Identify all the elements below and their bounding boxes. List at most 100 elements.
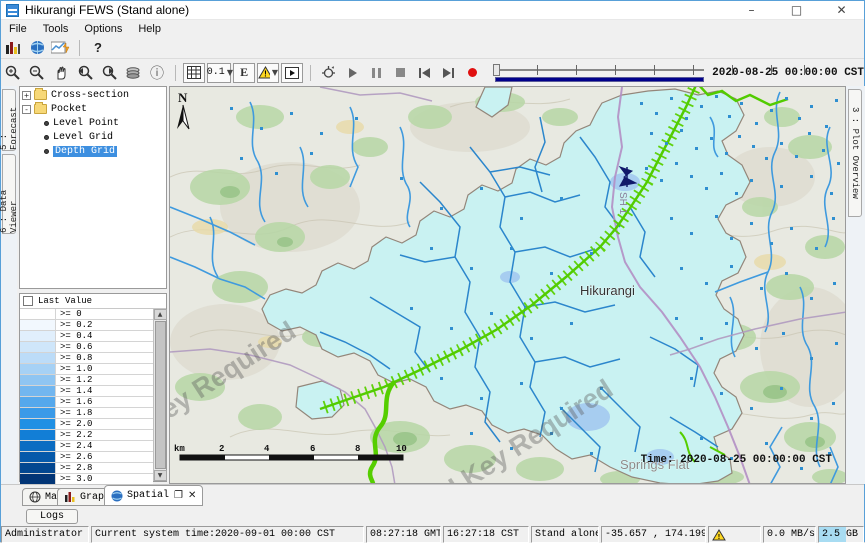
zoom-out-button[interactable]: [26, 63, 48, 83]
legend-color-swatch: [20, 452, 56, 462]
maximize-button[interactable]: □: [774, 1, 819, 19]
legend-row[interactable]: >= 0.8: [20, 353, 153, 364]
menu-options[interactable]: Options: [76, 20, 130, 37]
close-tab-icon[interactable]: ✕: [188, 490, 196, 501]
legend-value: >= 0.2: [56, 320, 153, 330]
toolbar-separator: [310, 65, 311, 81]
legend-value: >= 1.0: [56, 364, 153, 374]
legend-value: >= 2.4: [56, 441, 153, 451]
grid-toggle-button[interactable]: [183, 63, 205, 83]
tree-item-depth-grid[interactable]: Depth Grid: [20, 145, 166, 157]
tab-data-viewer[interactable]: 6 : Data Viewer: [2, 154, 16, 234]
tree-item-cross-section[interactable]: + Cross-section: [20, 89, 166, 101]
legend-row[interactable]: >= 1.6: [20, 397, 153, 408]
legend-row[interactable]: >= 0.4: [20, 331, 153, 342]
pan-button[interactable]: [50, 63, 72, 83]
tab-label: Spatial: [127, 490, 169, 501]
legend-row[interactable]: >= 0.6: [20, 342, 153, 353]
play-icon: [348, 68, 358, 78]
bar-database-icon: [5, 41, 21, 55]
legend-row[interactable]: >= 2.8: [20, 463, 153, 474]
tab-forecast[interactable]: 5 : Forecast: [2, 89, 16, 151]
minimize-button[interactable]: –: [729, 1, 774, 19]
bullet-icon: [44, 121, 49, 126]
grid-display-button[interactable]: [50, 38, 72, 58]
menu-tools[interactable]: Tools: [35, 20, 77, 37]
movie-play-icon: [285, 67, 299, 79]
tree-item-level-point[interactable]: Level Point: [20, 117, 166, 129]
close-button[interactable]: ✕: [819, 1, 864, 19]
next-step-button[interactable]: [438, 63, 460, 83]
scroll-thumb[interactable]: [155, 321, 166, 469]
spatial-map-view[interactable]: API Key Required API Key Required N SH 1…: [169, 86, 846, 484]
class-break-value: 0.1: [207, 67, 225, 78]
legend-value: >= 1.4: [56, 386, 153, 396]
class-breaks-dropdown[interactable]: 0.1 ▼: [207, 63, 231, 83]
legend-value: >= 3.0: [56, 474, 153, 484]
stop-button[interactable]: [390, 63, 412, 83]
undock-tab-icon[interactable]: ❐: [174, 490, 183, 501]
collapse-icon[interactable]: -: [22, 105, 31, 114]
legend-row[interactable]: >= 0: [20, 309, 153, 320]
folder-icon: [34, 104, 47, 114]
record-button[interactable]: [462, 63, 484, 83]
slider-handle[interactable]: [493, 64, 500, 76]
title-bar[interactable]: Hikurangi FEWS (Stand alone) – □ ✕: [1, 1, 864, 20]
animation-button[interactable]: [281, 63, 303, 83]
zoom-in-button[interactable]: [2, 63, 24, 83]
legend-row[interactable]: >= 2.2: [20, 430, 153, 441]
database-explorer-button[interactable]: [2, 38, 24, 58]
help-button[interactable]: ?: [87, 38, 109, 58]
menu-help[interactable]: Help: [130, 20, 169, 37]
time-slider[interactable]: [493, 62, 706, 84]
tab-plot-overview[interactable]: 3 : Plot Overview: [848, 89, 862, 217]
step-forward-icon: [443, 68, 454, 78]
warning-layers-dropdown[interactable]: ! ▼: [257, 63, 279, 83]
menu-file[interactable]: File: [1, 20, 35, 37]
legend-value: >= 1.8: [56, 408, 153, 418]
pause-button[interactable]: [366, 63, 388, 83]
spatial-display-button[interactable]: [26, 38, 48, 58]
legend-row[interactable]: >= 0.2: [20, 320, 153, 331]
status-user: Administrator: [1, 526, 89, 543]
status-bar: Administrator Current system time:2020-0…: [1, 526, 864, 543]
status-local-time: 16:27:18 CST: [443, 526, 529, 543]
zoom-next-button[interactable]: [98, 63, 120, 83]
legend-row[interactable]: >= 1.0: [20, 364, 153, 375]
grid-icon: [187, 66, 201, 79]
legend-icon: E: [240, 65, 248, 80]
legend-toggle-button[interactable]: E: [233, 63, 255, 83]
legend-row[interactable]: >= 2.0: [20, 419, 153, 430]
scale-tick: 6: [310, 444, 315, 454]
layers-button[interactable]: [122, 63, 144, 83]
chart-arrow-icon: [51, 40, 71, 55]
tree-item-label: Level Point: [53, 118, 119, 129]
legend-row[interactable]: >= 1.2: [20, 375, 153, 386]
expand-icon[interactable]: +: [22, 91, 31, 100]
scroll-up-icon[interactable]: ▲: [154, 309, 167, 320]
play-button[interactable]: [342, 63, 364, 83]
rotate-tool-button[interactable]: [318, 63, 340, 83]
scroll-down-icon[interactable]: ▼: [154, 470, 167, 481]
legend-value: >= 1.6: [56, 397, 153, 407]
map-time-overlay: Time: 2020-08-25 00:00:00 CST: [641, 454, 833, 466]
tab-spatial[interactable]: Spatial ❐ ✕: [104, 485, 203, 506]
legend-row[interactable]: >= 2.4: [20, 441, 153, 452]
previous-step-button[interactable]: [414, 63, 436, 83]
chevron-down-icon: ▼: [272, 68, 278, 77]
logs-button[interactable]: Logs: [26, 509, 78, 524]
status-warning[interactable]: !: [708, 526, 761, 543]
app-logo-icon: [6, 4, 19, 17]
last-value-checkbox[interactable]: [23, 296, 33, 306]
legend-row[interactable]: >= 1.4: [20, 386, 153, 397]
legend-color-swatch: [20, 353, 56, 363]
info-icon: ⓘ: [150, 63, 164, 83]
tree-item-level-grid[interactable]: Level Grid: [20, 131, 166, 143]
zoom-previous-button[interactable]: [74, 63, 96, 83]
legend-row[interactable]: >= 2.6: [20, 452, 153, 463]
legend-row[interactable]: >= 1.8: [20, 408, 153, 419]
info-button[interactable]: ⓘ: [146, 63, 168, 83]
tree-item-pocket[interactable]: - Pocket: [20, 103, 166, 115]
legend-scrollbar[interactable]: ▲ ▼: [153, 309, 166, 481]
stop-icon: [396, 68, 405, 77]
